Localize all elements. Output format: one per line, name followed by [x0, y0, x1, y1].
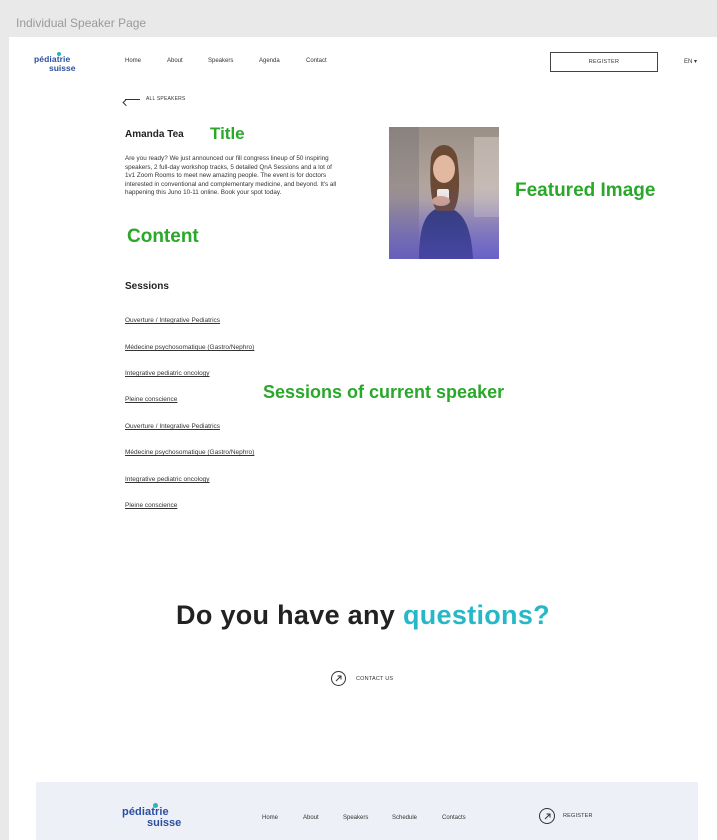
- annotation-featured-image: Featured Image: [515, 180, 656, 201]
- annotation-sessions: Sessions of current speaker: [263, 382, 505, 402]
- footer-nav-speakers[interactable]: Speakers: [343, 815, 368, 821]
- logo-line2: suisse: [49, 62, 76, 73]
- featured-image: [389, 127, 499, 259]
- nav-home[interactable]: Home: [125, 58, 141, 64]
- all-speakers-label: ALL SPEAKERS: [146, 96, 186, 102]
- speaker-bio: Are you ready? We just announced our fil…: [125, 155, 337, 197]
- footer: pédiatrie suisse Home About Speakers Sch…: [36, 782, 698, 840]
- questions-heading-accent: questions?: [402, 600, 550, 630]
- speaker-name: Amanda Tea: [125, 129, 184, 140]
- session-link[interactable]: Médecine psychosomatique (Gastro/Nephro): [125, 344, 254, 351]
- nav-agenda[interactable]: Agenda: [259, 58, 280, 64]
- contact-us-label: CONTACT US: [356, 675, 394, 682]
- logo-dot: [57, 52, 61, 56]
- footer-register-label: REGISTER: [563, 813, 593, 819]
- session-link[interactable]: Pleine conscience: [125, 396, 177, 403]
- session-link[interactable]: Pleine conscience: [125, 502, 177, 509]
- sessions-heading: Sessions: [125, 281, 169, 292]
- questions-heading-prefix: Do you have any: [176, 600, 396, 630]
- annotation-content: Content: [127, 226, 199, 247]
- header-logo[interactable]: pédiatrie suisse: [34, 52, 76, 73]
- session-link[interactable]: Integrative pediatric oncology: [125, 370, 210, 377]
- questions-heading: Do you have any questions?: [9, 600, 717, 631]
- language-selector[interactable]: EN ▾: [684, 58, 697, 65]
- contact-us-link[interactable]: CONTACT US: [331, 671, 393, 686]
- footer-nav-home[interactable]: Home: [262, 815, 278, 821]
- logo-line2: suisse: [147, 817, 182, 829]
- page-canvas: pédiatrie suisse Home About Speakers Age…: [9, 37, 717, 840]
- nav-about[interactable]: About: [167, 58, 183, 64]
- footer-nav-about[interactable]: About: [303, 815, 319, 821]
- footer-register-link[interactable]: REGISTER: [539, 808, 593, 824]
- annotation-title: Title: [210, 124, 245, 143]
- session-link[interactable]: Médecine psychosomatique (Gastro/Nephro): [125, 449, 254, 456]
- arrow-left-icon: [125, 98, 140, 100]
- session-link[interactable]: Ouverture / Integrative Pediatrics: [125, 423, 220, 430]
- all-speakers-link[interactable]: ALL SPEAKERS: [125, 96, 185, 102]
- footer-nav-schedule[interactable]: Schedule: [392, 815, 417, 821]
- nav-speakers[interactable]: Speakers: [208, 58, 233, 64]
- register-button[interactable]: REGISTER: [550, 52, 658, 72]
- session-link[interactable]: Ouverture / Integrative Pediatrics: [125, 317, 220, 324]
- footer-logo[interactable]: pédiatrie suisse: [122, 803, 182, 829]
- frame-label: Individual Speaker Page: [16, 16, 147, 30]
- session-link[interactable]: Integrative pediatric oncology: [125, 476, 210, 483]
- arrow-up-right-icon: [331, 671, 346, 686]
- nav-contact[interactable]: Contact: [306, 58, 327, 64]
- footer-nav-contacts[interactable]: Contacts: [442, 815, 466, 821]
- logo-dot: [153, 803, 158, 808]
- arrow-up-right-icon: [539, 808, 555, 824]
